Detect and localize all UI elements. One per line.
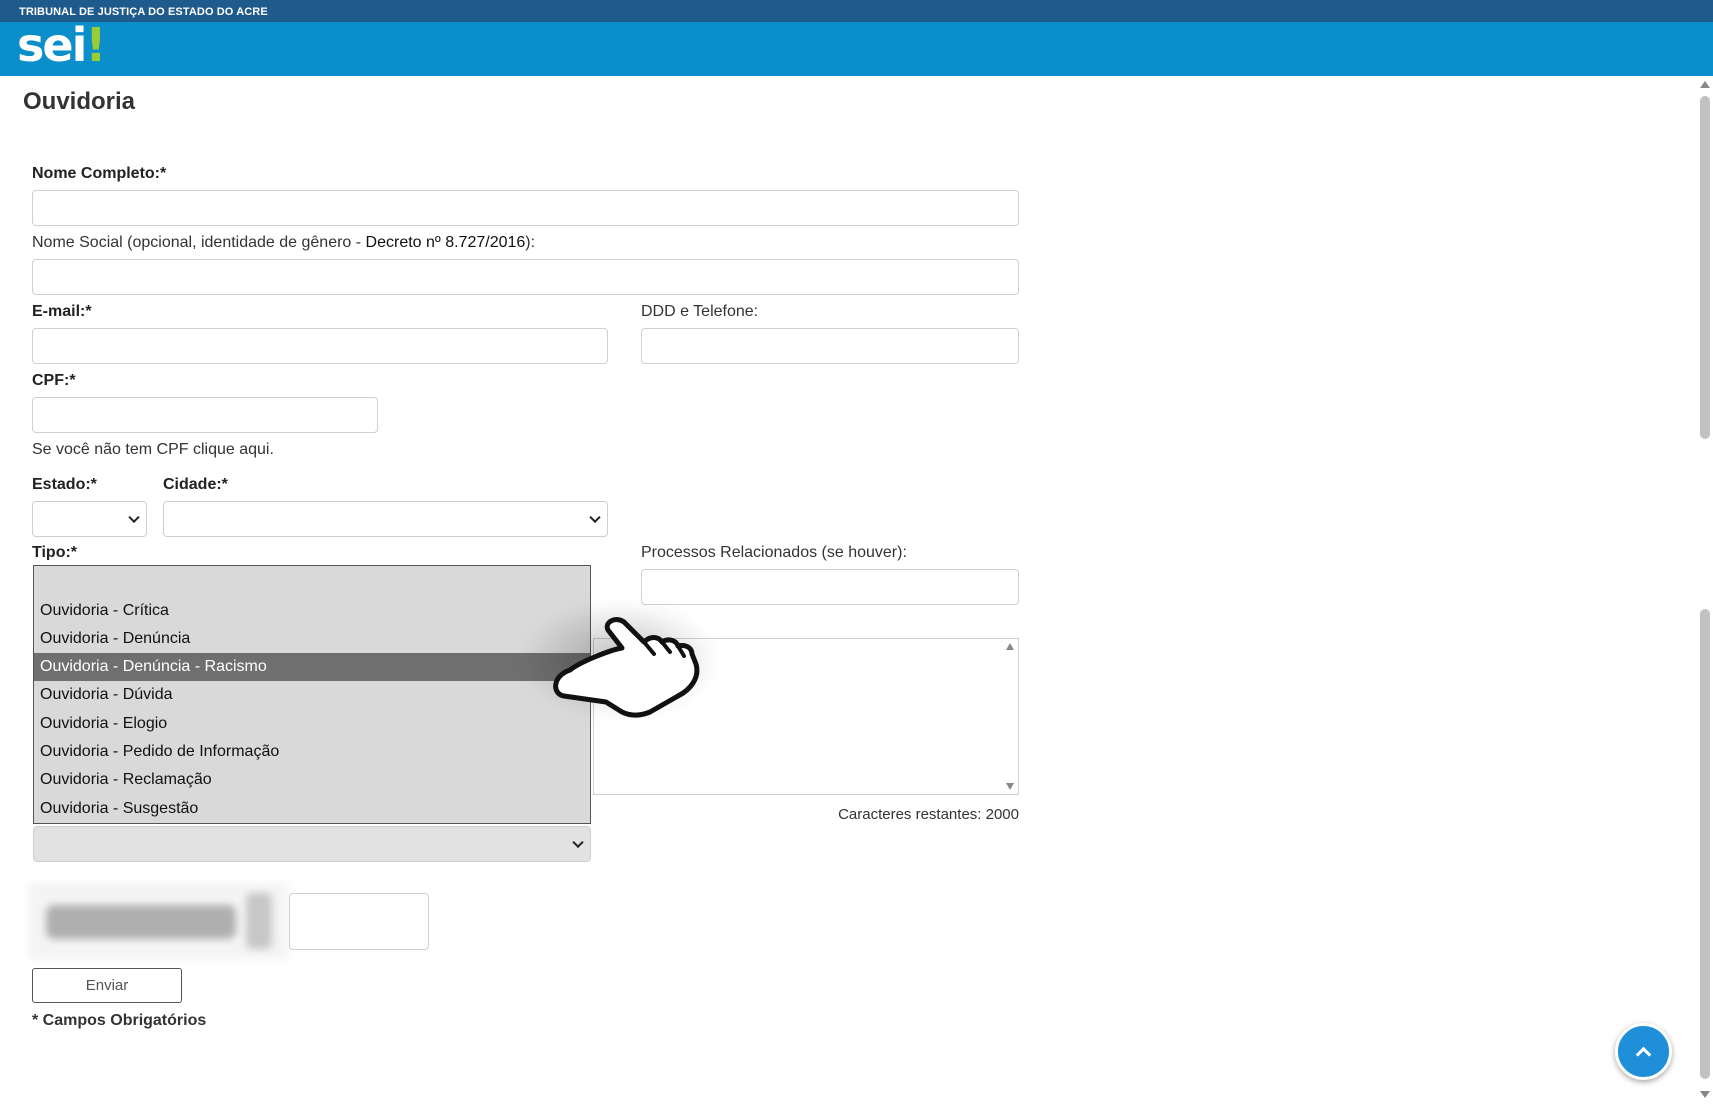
tipo-option[interactable]: Ouvidoria - Pedido de Informação <box>34 738 590 766</box>
captcha-input[interactable] <box>289 893 429 950</box>
chevron-up-icon <box>1635 1046 1652 1063</box>
tipo-dropdown-list[interactable]: Ouvidoria - Crítica Ouvidoria - Denúncia… <box>33 565 591 824</box>
telefone-input[interactable] <box>641 328 1019 364</box>
logo-text: sei <box>17 18 87 72</box>
textarea-scroll-down-icon[interactable] <box>1006 783 1014 790</box>
tipo-option-highlighted[interactable]: Ouvidoria - Denúncia - Racismo <box>34 653 590 681</box>
telefone-label: DDD e Telefone: <box>641 303 759 320</box>
processos-label: Processos Relacionados (se houver): <box>641 544 907 561</box>
nome-social-label: Nome Social (opcional, identidade de gên… <box>32 234 535 252</box>
cpf-label: CPF:* <box>32 372 76 389</box>
nome-social-label-prefix: Nome Social (opcional, identidade de gên… <box>32 234 366 251</box>
estado-label: Estado:* <box>32 476 97 493</box>
required-note: * Campos Obrigatórios <box>32 1012 207 1029</box>
captcha-controls <box>246 893 272 949</box>
tipo-option[interactable]: Ouvidoria - Crítica <box>34 597 590 625</box>
enviar-button[interactable]: Enviar <box>32 968 182 1003</box>
nome-completo-label: Nome Completo:* <box>32 165 167 182</box>
scroll-up-arrow-icon[interactable] <box>1700 81 1710 88</box>
char-counter: Caracteres restantes: 2000 <box>838 806 1019 823</box>
scroll-down-arrow-icon[interactable] <box>1700 1091 1710 1098</box>
tipo-option[interactable]: Ouvidoria - Reclamação <box>34 766 590 794</box>
org-name: TRIBUNAL DE JUSTIÇA DO ESTADO DO ACRE <box>19 6 268 18</box>
logo-mark: ! <box>85 18 106 72</box>
nome-social-input[interactable] <box>32 259 1019 295</box>
hand-pointer-icon <box>553 617 700 718</box>
page-title: Ouvidoria <box>23 88 136 115</box>
cpf-input[interactable] <box>32 397 378 433</box>
nome-social-label-suffix: ): <box>525 234 536 251</box>
tipo-label: Tipo:* <box>32 544 78 560</box>
cidade-select[interactable] <box>163 501 608 537</box>
scrollbar-thumb[interactable] <box>1700 96 1710 439</box>
nome-social-decree: Decreto nº 8.727/2016 <box>365 234 526 251</box>
captcha-glyphs <box>46 905 236 939</box>
tipo-option-blank[interactable] <box>34 568 590 596</box>
nome-completo-input[interactable] <box>32 190 1019 226</box>
chevron-down-icon <box>572 836 584 849</box>
cidade-label: Cidade:* <box>163 476 228 493</box>
tipo-option[interactable]: Ouvidoria - Denúncia <box>34 625 590 653</box>
sei-logo[interactable]: sei! <box>17 22 106 68</box>
chevron-down-icon <box>589 511 601 524</box>
scroll-top-button[interactable] <box>1615 1023 1672 1080</box>
estado-select[interactable] <box>32 501 147 537</box>
tipo-option[interactable]: Ouvidoria - Elogio <box>34 710 590 738</box>
tipo-select[interactable] <box>33 826 591 862</box>
email-input[interactable] <box>32 328 608 364</box>
email-label: E-mail:* <box>32 303 92 320</box>
no-cpf-link[interactable]: Se você não tem CPF clique aqui. <box>32 441 274 459</box>
captcha-image <box>28 883 288 959</box>
scrollbar-thumb-lower[interactable] <box>1700 609 1710 1079</box>
tipo-option[interactable]: Ouvidoria - Susgestão <box>34 795 590 823</box>
tipo-option[interactable]: Ouvidoria - Dúvida <box>34 681 590 709</box>
textarea-scroll-up-icon[interactable] <box>1006 643 1014 650</box>
chevron-down-icon <box>128 511 140 524</box>
header-main-bar <box>0 22 1713 76</box>
